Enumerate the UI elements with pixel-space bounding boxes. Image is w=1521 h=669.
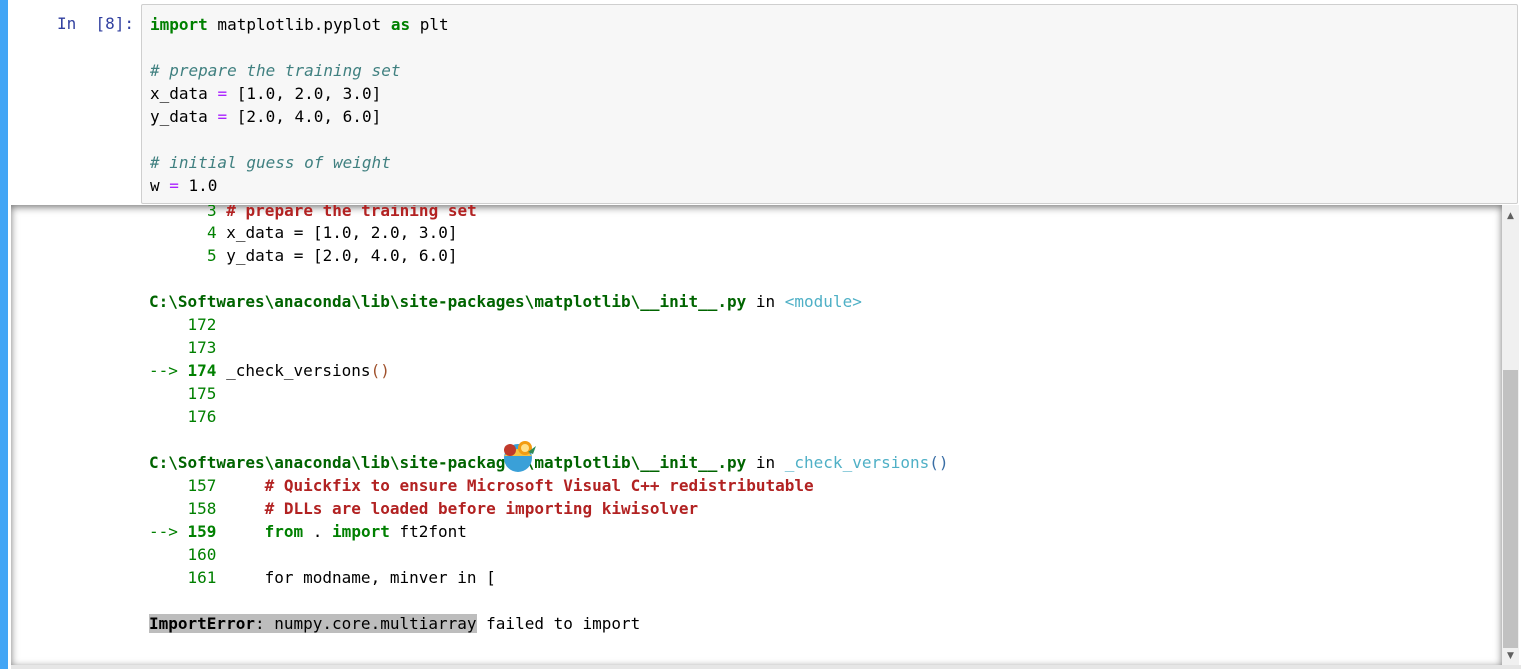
output-bottom-border <box>11 665 1521 669</box>
traceback-line-5: 5 y_data = [2.0, 4.0, 6.0] <box>207 246 458 265</box>
code-line-5: y_data = [2.0, 4.0, 6.0] <box>150 107 382 126</box>
scroll-down-arrow-icon[interactable]: ▼ <box>1502 649 1519 663</box>
traceback-line-3: 3 # prepare the training set <box>207 205 477 220</box>
traceback-line-160: 160 <box>149 545 217 564</box>
comment-training-set: # prepare the training set <box>150 61 401 80</box>
frame-2-path: C:\Softwares\anaconda\lib\site-packages\… <box>149 453 747 472</box>
current-line-arrow: --> <box>149 522 188 541</box>
error-type: ImportError <box>149 614 255 633</box>
traceback-line-157: 157 # Quickfix to ensure Microsoft Visua… <box>149 476 814 495</box>
traceback-line-172: 172 <box>149 315 217 334</box>
code-input-area[interactable]: import matplotlib.pyplot as plt # prepar… <box>141 4 1518 204</box>
notebook-code-cell[interactable]: In [8]: import matplotlib.pyplot as plt … <box>0 0 1521 669</box>
module-alias: plt <box>410 15 449 34</box>
traceback-line-161: 161 for modname, minver in [ <box>149 568 496 587</box>
comment-initial-weight: # initial guess of weight <box>150 153 391 172</box>
code-line-1: import matplotlib.pyplot as plt <box>150 13 449 36</box>
traceback-line-174: --> 174 _check_versions() <box>149 361 390 380</box>
error-message: ImportError: numpy.core.multiarray faile… <box>149 614 641 633</box>
code-line-8: w = 1.0 <box>150 176 218 195</box>
keyword-as: as <box>390 15 411 34</box>
traceback-frame-2-header: C:\Softwares\anaconda\lib\site-packages\… <box>149 453 949 472</box>
traceback-line-173: 173 <box>149 338 217 357</box>
traceback-line-159: --> 159 from . import ft2font <box>149 522 467 541</box>
traceback-line-176: 176 <box>149 407 217 426</box>
traceback-line-4: 4 x_data = [1.0, 2.0, 3.0] <box>207 223 458 242</box>
code-line-3: # prepare the training set <box>150 59 400 82</box>
keyword-import: import <box>150 15 208 34</box>
cell-selection-bar <box>0 0 8 669</box>
current-line-arrow: --> <box>149 361 188 380</box>
scroll-up-arrow-icon[interactable]: ▲ <box>1502 209 1519 223</box>
code-line-7: # initial guess of weight <box>150 151 391 174</box>
traceback-line-158: 158 # DLLs are loaded before importing k… <box>149 499 699 518</box>
floating-fruit-icon[interactable] <box>498 438 538 474</box>
traceback-output-area[interactable]: 3 # prepare the training set 4 x_data = … <box>11 205 1502 665</box>
traceback-frame-1-header: C:\Softwares\anaconda\lib\site-packages\… <box>149 292 862 311</box>
frame-1-path: C:\Softwares\anaconda\lib\site-packages\… <box>149 292 747 311</box>
output-scrollbar[interactable]: ▲ ▼ <box>1502 205 1519 665</box>
frame-1-function: <module> <box>784 292 862 311</box>
scrollbar-thumb[interactable] <box>1503 370 1518 648</box>
code-line-4: x_data = [1.0, 2.0, 3.0] <box>150 84 382 103</box>
module-name: matplotlib.pyplot <box>207 15 391 34</box>
traceback-line-175: 175 <box>149 384 217 403</box>
frame-2-function: _check_versions <box>784 453 930 472</box>
input-prompt: In [8]: <box>56 14 134 33</box>
